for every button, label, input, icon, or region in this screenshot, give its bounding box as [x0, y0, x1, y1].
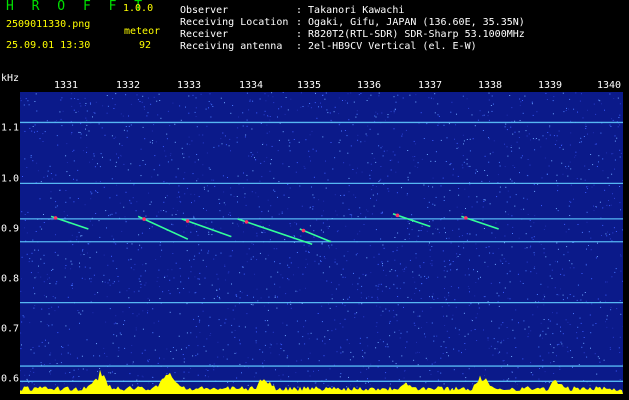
spectrogram-plot: [20, 92, 623, 394]
x-tick-label: 1340: [596, 80, 622, 91]
meteor-label: meteor: [124, 26, 161, 37]
y-tick-label: 0.8: [1, 273, 20, 285]
x-tick-label: 1338: [477, 80, 503, 91]
x-tick-label: 1336: [356, 80, 382, 91]
x-tick-label: 1332: [115, 80, 141, 91]
observer-label: Observer: [180, 5, 229, 16]
meteor-echo-head: [185, 219, 190, 223]
receiver-label: Receiver: [180, 29, 229, 40]
y-tick-label: 0.6: [1, 373, 20, 385]
x-tick-label: 1335: [296, 80, 322, 91]
observer-value: : Takanori Kawachi: [296, 5, 405, 16]
y-tick-label: 1.1: [1, 122, 20, 134]
x-tick-label: 1339: [537, 80, 563, 91]
meteor-count: 92: [139, 40, 152, 51]
y-axis-unit-label: kHz: [1, 73, 20, 84]
meteor-echo-head: [395, 213, 400, 218]
meteor-echo: [237, 218, 313, 246]
meteor-echo-head: [301, 228, 306, 233]
antenna-label: Receiving antenna: [180, 41, 283, 52]
meteor-echo-head: [464, 216, 468, 220]
spectrogram-canvas: [20, 92, 623, 394]
meteor-echo-head: [53, 216, 58, 220]
noise-speckle: [20, 92, 623, 394]
meteor-echo-head: [244, 220, 249, 224]
location-label: Receiving Location: [180, 17, 289, 28]
date-time: 25.09.01 13:30: [6, 40, 91, 51]
location-value: : Ogaki, Gifu, JAPAN (136.60E, 35.35N): [296, 17, 525, 28]
y-tick-label: 1.0: [1, 173, 20, 185]
x-tick-label: 1334: [238, 80, 264, 91]
y-tick-label: 0.9: [1, 223, 20, 235]
file-name: 2509011330.png: [6, 19, 91, 30]
x-tick-label: 1333: [176, 80, 202, 91]
antenna-value: : 2el-HB9CV Vertical (el. E-W): [296, 41, 477, 52]
receiver-value: : R820T2(RTL-SDR) SDR-Sharp 53.1000MHz: [296, 29, 525, 40]
y-tick-label: 0.7: [1, 323, 20, 335]
x-tick-label: 1331: [53, 80, 79, 91]
meteor-echo-head: [142, 217, 146, 221]
app-version: 1.0.0: [123, 3, 154, 14]
x-tick-label: 1337: [417, 80, 443, 91]
